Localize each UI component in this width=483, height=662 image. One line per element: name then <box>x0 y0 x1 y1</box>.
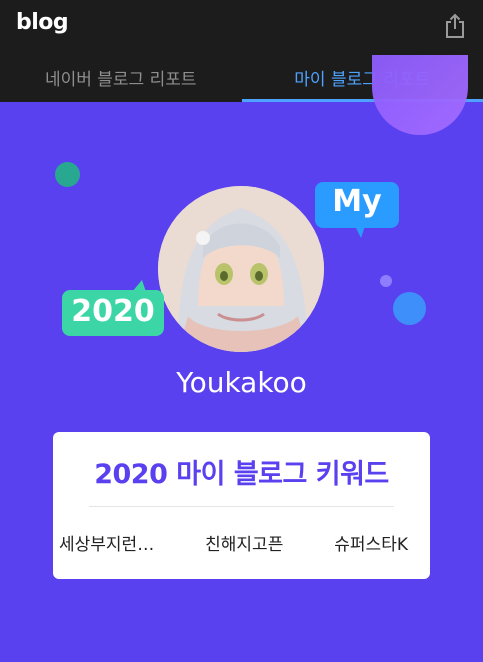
blog-logo: blog <box>16 10 69 35</box>
avatar-illustration <box>158 186 324 352</box>
keywords-card-title: 2020 마이 블로그 키워드 <box>94 459 389 490</box>
share-button[interactable] <box>441 12 469 40</box>
badge-my: My <box>315 182 401 240</box>
badge-my-label: My <box>332 184 382 219</box>
divider <box>89 506 394 507</box>
tab-label: 네이버 블로그 리포트 <box>44 69 197 90</box>
keyword-item[interactable]: 친해지고픈 <box>205 530 283 555</box>
keyword-item[interactable]: 세상부지런… <box>59 530 154 555</box>
decor-circle-large <box>372 55 468 135</box>
tab-naver-blog-report[interactable]: 네이버 블로그 리포트 <box>0 52 242 102</box>
keyword-list: 세상부지런… 친해지고픈 슈퍼스타K <box>53 530 430 555</box>
badge-year-label: 2020 <box>71 294 155 329</box>
share-icon <box>446 13 464 38</box>
keyword-item[interactable]: 슈퍼스타K <box>334 530 408 555</box>
keywords-card: 2020 마이 블로그 키워드 세상부지런… 친해지고픈 슈퍼스타K <box>53 432 430 579</box>
top-bar: blog <box>0 0 483 52</box>
decor-circle-blue <box>393 292 426 325</box>
profile-username: Youkakoo <box>176 366 307 399</box>
decor-circle-teal <box>55 162 80 187</box>
profile-avatar[interactable] <box>158 186 324 352</box>
badge-year: 2020 <box>62 280 166 336</box>
decor-circle-lilac <box>380 275 392 287</box>
